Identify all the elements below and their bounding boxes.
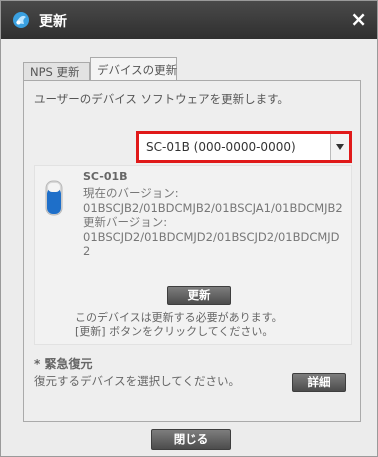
emergency-restore-desc: 復元するデバイスを選択してください。 bbox=[34, 374, 240, 388]
device-info-box: SC-01B 現在のバージョン: 01BSCJB2/01BDCMJB2/01BS… bbox=[34, 165, 352, 345]
close-icon[interactable]: × bbox=[350, 8, 367, 30]
update-version-label: 更新バージョン: bbox=[83, 215, 168, 229]
device-name: SC-01B bbox=[83, 170, 128, 183]
detail-button-label: 詳細 bbox=[307, 375, 331, 389]
version-info: 現在のバージョン: 01BSCJB2/01BDCMJB2/01BSCJA1/01… bbox=[83, 186, 345, 259]
emergency-restore-title: * 緊急復元 bbox=[34, 357, 93, 371]
close-button-label: 閉じる bbox=[173, 432, 209, 446]
device-update-panel: ユーザーのデバイス ソフトウェアを更新します。 SC-01B (000-0000… bbox=[23, 80, 361, 422]
update-dialog: 更新 × NPS 更新 デバイスの更新 ユーザーのデバイス ソフトウェアを更新し… bbox=[0, 0, 378, 457]
current-version-value: 01BSCJB2/01BDCMJB2/01BSCJA1/01BDCMJB2 bbox=[83, 200, 343, 215]
current-version-label: 現在のバージョン: bbox=[83, 186, 179, 200]
intro-text: ユーザーのデバイス ソフトウェアを更新します。 bbox=[34, 92, 289, 106]
detail-button[interactable]: 詳細 bbox=[292, 373, 346, 392]
phone-icon bbox=[45, 180, 63, 216]
tab-nps-update[interactable]: NPS 更新 bbox=[23, 62, 90, 81]
chevron-down-icon bbox=[336, 144, 344, 150]
window-title: 更新 bbox=[39, 14, 67, 30]
update-note-line1: このデバイスは更新する必要があります。 bbox=[75, 311, 283, 324]
update-note-line2: [更新] ボタンをクリックしてください。 bbox=[75, 325, 274, 338]
app-icon bbox=[13, 12, 29, 28]
update-button-label: 更新 bbox=[187, 288, 211, 302]
dropdown-button[interactable] bbox=[330, 134, 349, 160]
update-version-value: 01BSCJD2/01BDCMJD2/01BSCJD2/01BDCMJD2 bbox=[83, 229, 340, 259]
close-button[interactable]: 閉じる bbox=[151, 429, 231, 450]
device-select[interactable]: SC-01B (000-0000-0000) bbox=[136, 131, 352, 163]
tab-device-update[interactable]: デバイスの更新 bbox=[90, 57, 177, 81]
update-note: このデバイスは更新する必要があります。 [更新] ボタンをクリックしてください。 bbox=[75, 311, 283, 339]
title-bar: 更新 × bbox=[1, 1, 377, 39]
update-button[interactable]: 更新 bbox=[167, 286, 231, 305]
device-select-value: SC-01B (000-0000-0000) bbox=[146, 140, 296, 154]
